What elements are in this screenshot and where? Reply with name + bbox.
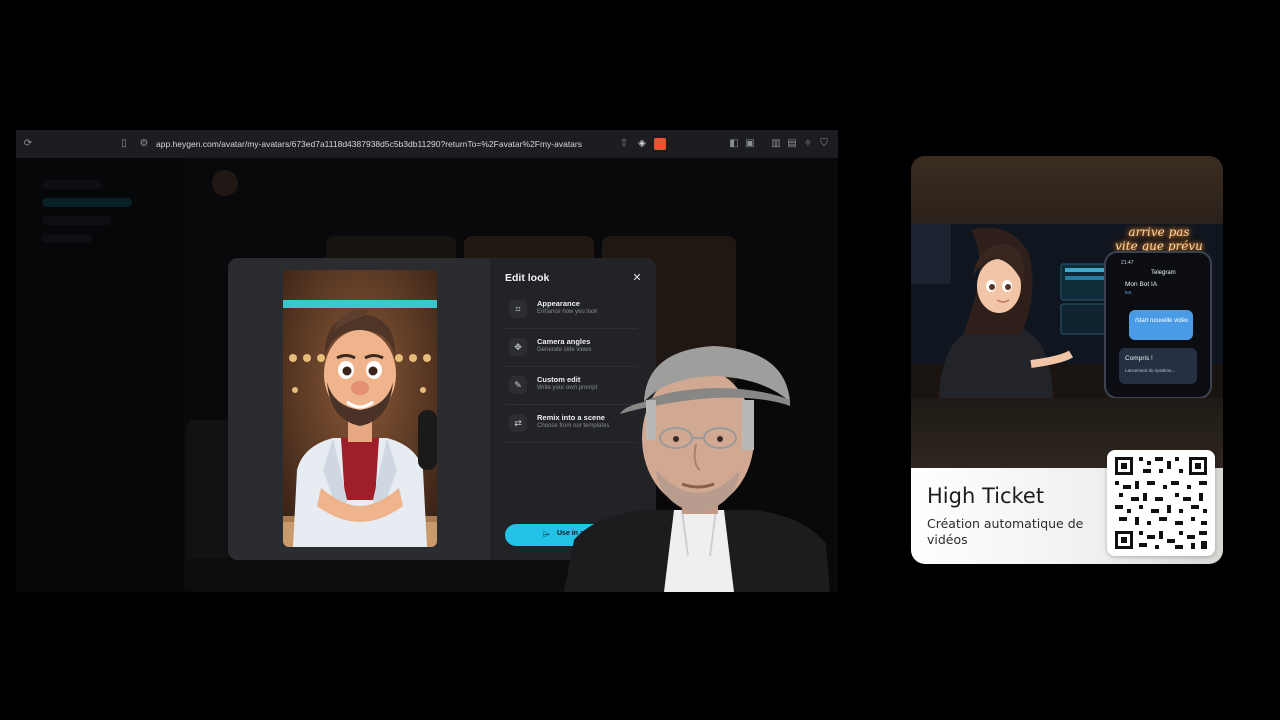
neon-sign-line2: vite que prévu xyxy=(1115,239,1203,253)
webcam-presenter xyxy=(564,344,830,592)
chat-message-2: Compris ! xyxy=(1125,355,1153,362)
extension-icon-2[interactable]: ▣ xyxy=(744,138,756,150)
site-settings-icon[interactable]: ⚙ xyxy=(138,138,150,150)
promo-illustration: arrive pas vite que prévu 21:47 Telegram… xyxy=(911,224,1223,398)
wallet-icon[interactable]: ▤ xyxy=(786,138,798,150)
screen-capture: ⟳ ▯ ⚙ app.heygen.com/avatar/my-avatars/6… xyxy=(16,130,838,592)
url-field[interactable]: app.heygen.com/avatar/my-avatars/673ed7a… xyxy=(156,139,582,149)
phone-mockup: 21:47 Telegram Mon Bot IA bot /start nou… xyxy=(1104,251,1212,398)
rewards-icon[interactable] xyxy=(654,138,666,150)
chat-name: Mon Bot IA xyxy=(1125,281,1158,288)
modal-title: Edit look xyxy=(505,272,550,284)
bookmark-icon[interactable]: ▯ xyxy=(118,138,130,150)
share-icon[interactable]: ⇧ xyxy=(618,138,630,150)
close-icon[interactable]: ✕ xyxy=(631,272,643,284)
card-info: High Ticket Création automatique de vidé… xyxy=(911,450,1223,564)
option-appearance[interactable]: ⌗ Appearance Enhance how you look xyxy=(505,294,637,329)
chat-status: bot xyxy=(1125,290,1132,295)
sidebar-toggle-icon[interactable]: ▥ xyxy=(770,138,782,150)
focus-frame-icon: ⌗ xyxy=(509,300,527,318)
vpn-shield-icon[interactable]: ⛉ xyxy=(818,138,830,150)
ai-sparkle-icon[interactable]: ✧ xyxy=(802,138,814,150)
promo-card: arrive pas vite que prévu 21:47 Telegram… xyxy=(911,156,1223,564)
qr-code[interactable] xyxy=(1107,450,1215,556)
phone-time: 21:47 xyxy=(1121,260,1134,266)
extension-icon[interactable]: ◧ xyxy=(728,138,740,150)
shield-icon[interactable]: ◈ xyxy=(636,138,648,150)
browser-toolbar: ⟳ ▯ ⚙ app.heygen.com/avatar/my-avatars/6… xyxy=(16,130,838,159)
pen-edit-icon: ✎ xyxy=(509,376,527,394)
reload-icon[interactable]: ⟳ xyxy=(22,138,34,150)
option-description: Enhance how you look xyxy=(537,309,598,315)
neon-sign-line1: arrive pas xyxy=(1128,225,1189,239)
cursor-icon: ⌲ xyxy=(543,529,551,539)
card-title: High Ticket xyxy=(927,484,1045,508)
card-subtitle: Création automatique de vidéos xyxy=(927,516,1084,547)
chat-message-1: /start nouvelle vidéo xyxy=(1135,318,1189,324)
phone-app-name: Telegram xyxy=(1151,270,1176,276)
camera-angles-icon: ✥ xyxy=(509,338,527,356)
chat-message-3: Lancement du système... xyxy=(1125,368,1175,373)
card-blur-top xyxy=(911,156,1223,224)
option-label: Appearance xyxy=(537,299,580,308)
swap-arrows-icon: ⇄ xyxy=(509,414,527,432)
avatar-preview-image xyxy=(283,270,437,547)
